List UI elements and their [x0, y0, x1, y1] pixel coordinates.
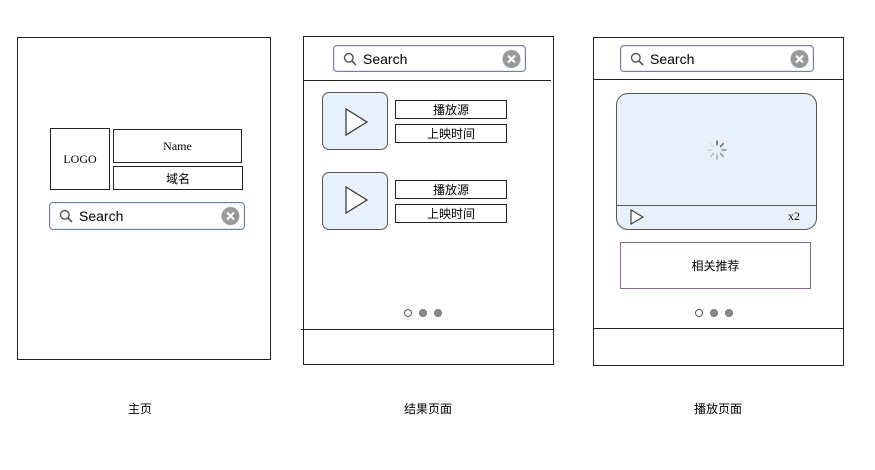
page-dot-1[interactable] [695, 309, 703, 317]
search-icon [59, 209, 73, 223]
home-caption: 主页 [90, 400, 190, 417]
loading-spinner-icon [707, 140, 727, 160]
name-box: Name [113, 129, 242, 163]
results-search-bar[interactable]: Search [333, 45, 526, 72]
time-label: 上映时间 [426, 127, 475, 141]
play-icon[interactable] [629, 209, 645, 225]
player-controls-divider [617, 205, 816, 206]
player-caption-text: 播放页面 [693, 402, 742, 416]
home-screen-frame [17, 37, 271, 360]
page-dot-2[interactable] [710, 309, 718, 317]
results-header-divider [303, 80, 551, 81]
home-caption-text: 主页 [127, 402, 152, 416]
page-dot-2[interactable] [419, 309, 427, 317]
search-icon [343, 52, 357, 66]
result-source-1: 播放源 [395, 100, 507, 119]
domain-box: 域名 [113, 166, 243, 190]
player-header-divider [593, 79, 844, 80]
result-time-1: 上映时间 [395, 124, 507, 143]
related-recommendations-box[interactable]: 相关推荐 [620, 242, 811, 289]
logo-box: LOGO [50, 128, 110, 190]
clear-icon[interactable] [790, 49, 809, 68]
results-footer-divider [301, 329, 553, 330]
search-input[interactable]: Search [363, 51, 407, 67]
play-icon [345, 185, 369, 215]
search-icon [630, 52, 644, 66]
search-input[interactable]: Search [79, 208, 123, 224]
page-dot-3[interactable] [725, 309, 733, 317]
video-player[interactable]: x2 [616, 93, 817, 230]
source-label: 播放源 [432, 103, 469, 117]
result-thumbnail-2[interactable] [322, 172, 388, 230]
result-source-2: 播放源 [395, 180, 507, 199]
results-caption-text: 结果页面 [403, 402, 452, 416]
source-label: 播放源 [432, 183, 469, 197]
clear-icon[interactable] [221, 207, 240, 226]
page-dot-3[interactable] [434, 309, 442, 317]
related-label: 相关推荐 [691, 259, 740, 273]
player-search-bar[interactable]: Search [620, 45, 814, 72]
logo-text: LOGO [63, 151, 97, 166]
play-icon [345, 107, 369, 137]
page-dot-1[interactable] [404, 309, 412, 317]
result-time-2: 上映时间 [395, 204, 507, 223]
playback-speed[interactable]: x2 [788, 209, 800, 224]
search-input[interactable]: Search [650, 51, 694, 67]
results-caption: 结果页面 [378, 400, 478, 417]
player-caption: 播放页面 [668, 400, 768, 417]
home-search-bar[interactable]: Search [49, 202, 245, 230]
clear-icon[interactable] [502, 49, 521, 68]
name-label: Name [163, 138, 192, 153]
player-footer-divider [593, 328, 844, 329]
domain-label: 域名 [165, 171, 190, 186]
result-thumbnail-1[interactable] [322, 92, 388, 150]
time-label: 上映时间 [426, 207, 475, 221]
